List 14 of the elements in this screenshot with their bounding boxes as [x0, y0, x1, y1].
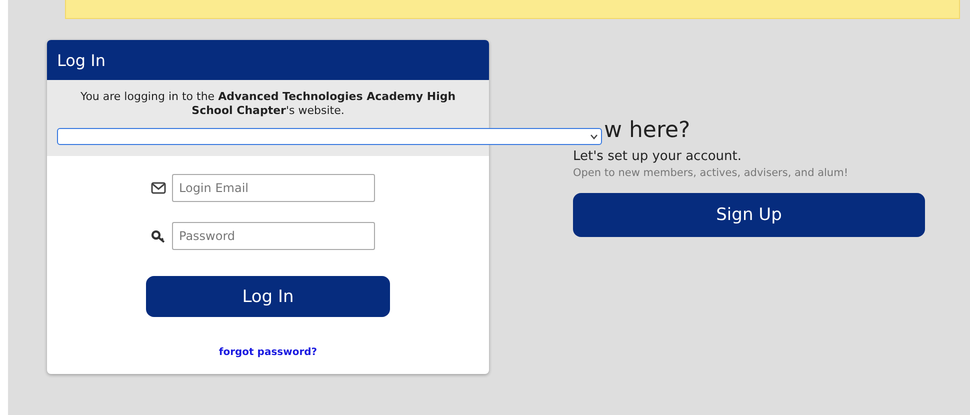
- card-title: Log In: [57, 50, 106, 70]
- new-here-heading: w here?: [604, 118, 690, 143]
- login-button[interactable]: Log In: [146, 276, 390, 317]
- envelope-icon: [151, 182, 166, 194]
- chapter-select[interactable]: [57, 128, 602, 145]
- key-icon: [151, 230, 166, 242]
- signup-button[interactable]: Sign Up: [573, 193, 925, 237]
- intro-text: You are logging in to the Advanced Technologies Academy High School Chapter's website.: [79, 90, 457, 118]
- signup-note: Open to new members, actives, advisers, and alum!: [573, 167, 850, 179]
- email-field[interactable]: Login Email: [172, 174, 375, 202]
- password-field[interactable]: Password: [172, 222, 375, 250]
- chevron-icon: [590, 134, 598, 140]
- forgot-password-link[interactable]: forgot password?: [218, 347, 318, 358]
- signup-subheading: Let's set up your account.: [573, 149, 742, 164]
